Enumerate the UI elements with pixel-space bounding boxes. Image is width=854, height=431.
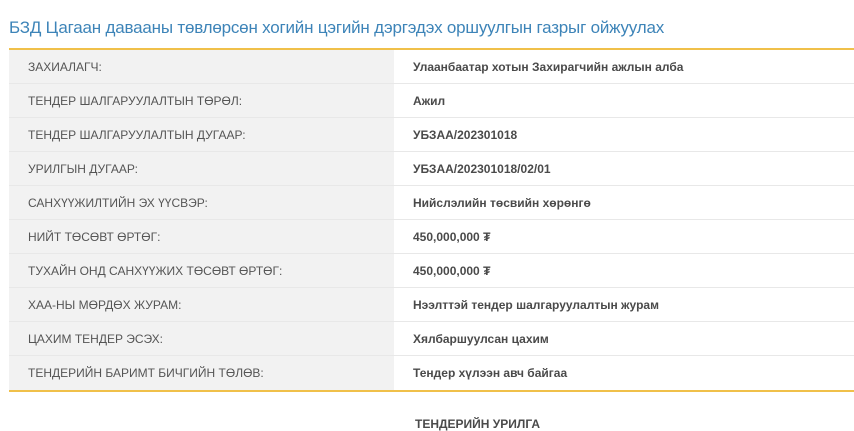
detail-row-customer: ЗАХИАЛАГЧ: Улаанбаатар хотын Захирагчийн… bbox=[9, 50, 854, 84]
detail-value: Нийслэлийн төсвийн хөрөнгө bbox=[413, 195, 591, 210]
detail-label: УРИЛГЫН ДУГААР: bbox=[9, 152, 394, 185]
detail-label: САНХҮҮЖИЛТИЙН ЭХ ҮҮСВЭР: bbox=[9, 186, 394, 219]
detail-row-invitation-number: УРИЛГЫН ДУГААР: УБЗАА/202301018/02/01 bbox=[9, 152, 854, 186]
detail-row-total-budget: НИЙТ ТӨСӨВТ ӨРТӨГ: 450,000,000 ₮ bbox=[9, 220, 854, 254]
detail-label: ТЕНДЕРИЙН БАРИМТ БИЧГИЙН ТӨЛӨВ: bbox=[9, 356, 394, 390]
tender-details-table: ЗАХИАЛАГЧ: Улаанбаатар хотын Захирагчийн… bbox=[9, 48, 854, 392]
detail-value: Хялбаршуулсан цахим bbox=[413, 331, 549, 346]
detail-label: НИЙТ ТӨСӨВТ ӨРТӨГ: bbox=[9, 220, 394, 253]
detail-value: Тендер хүлээн авч байгаа bbox=[413, 366, 568, 380]
detail-row-funding-source: САНХҮҮЖИЛТИЙН ЭХ ҮҮСВЭР: Нийслэлийн төсв… bbox=[9, 186, 854, 220]
detail-value: УБЗАА/202301018 bbox=[413, 127, 518, 142]
detail-value: 450,000,000 ₮ bbox=[413, 263, 491, 278]
detail-label: ТУХАЙН ОНД САНХҮҮЖИХ ТӨСӨВТ ӨРТӨГ: bbox=[9, 254, 394, 287]
detail-value: УБЗАА/202301018/02/01 bbox=[413, 161, 551, 176]
detail-label: ТЕНДЕР ШАЛГАРУУЛАЛТЫН ТӨРӨЛ: bbox=[9, 84, 394, 117]
detail-row-e-tender: ЦАХИМ ТЕНДЕР ЭСЭХ: Хялбаршуулсан цахим bbox=[9, 322, 854, 356]
detail-row-procedure: ХАА-НЫ МӨРДӨХ ЖУРАМ: Нээлттэй тендер шал… bbox=[9, 288, 854, 322]
detail-row-annual-budget: ТУХАЙН ОНД САНХҮҮЖИХ ТӨСӨВТ ӨРТӨГ: 450,0… bbox=[9, 254, 854, 288]
section-heading-invitation: ТЕНДЕРИЙН УРИЛГА bbox=[415, 417, 541, 431]
detail-row-tender-number: ТЕНДЕР ШАЛГАРУУЛАЛТЫН ДУГААР: УБЗАА/2023… bbox=[9, 118, 854, 152]
detail-value: Нээлттэй тендер шалгаруулалтын журам bbox=[413, 297, 659, 312]
detail-label: ТЕНДЕР ШАЛГАРУУЛАЛТЫН ДУГААР: bbox=[9, 118, 394, 151]
detail-value: Улаанбаатар хотын Захирагчийн ажлын алба bbox=[413, 59, 684, 74]
detail-label: ХАА-НЫ МӨРДӨХ ЖУРАМ: bbox=[9, 288, 394, 321]
page-title: БЗД Цагаан давааны төвлөрсөн хогийн цэги… bbox=[9, 18, 665, 37]
detail-value: 450,000,000 ₮ bbox=[413, 229, 491, 244]
detail-row-document-status: ТЕНДЕРИЙН БАРИМТ БИЧГИЙН ТӨЛӨВ: Тендер х… bbox=[9, 356, 854, 390]
detail-label: ЗАХИАЛАГЧ: bbox=[9, 50, 394, 83]
detail-value: Ажил bbox=[413, 93, 446, 108]
detail-row-tender-type: ТЕНДЕР ШАЛГАРУУЛАЛТЫН ТӨРӨЛ: Ажил bbox=[9, 84, 854, 118]
detail-label: ЦАХИМ ТЕНДЕР ЭСЭХ: bbox=[9, 322, 394, 355]
